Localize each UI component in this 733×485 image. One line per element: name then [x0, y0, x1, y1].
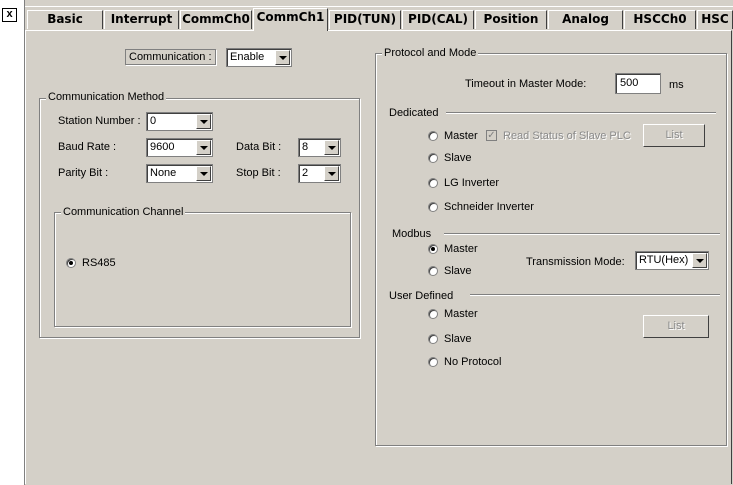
chevron-down-icon[interactable]	[196, 140, 211, 155]
baud-rate-value: 9600	[150, 141, 175, 153]
transmission-mode-select[interactable]: RTU(Hex)	[635, 251, 709, 270]
stop-bit-label: Stop Bit :	[236, 167, 281, 179]
tab-analog[interactable]: Analog	[548, 10, 623, 29]
close-icon[interactable]: x	[2, 8, 17, 22]
user-slave-radio[interactable]	[428, 334, 438, 344]
communication-method-title: Communication Method	[46, 91, 167, 103]
no-protocol-radio[interactable]	[428, 357, 438, 367]
modbus-title: Modbus	[392, 228, 432, 240]
top-strip	[25, 0, 733, 7]
data-bit-value: 8	[302, 141, 309, 153]
dedicated-master-radio[interactable]	[428, 131, 438, 141]
chevron-down-icon[interactable]	[324, 166, 339, 181]
read-status-checkbox[interactable]: ✓	[486, 130, 497, 141]
station-number-value: 0	[150, 115, 157, 127]
tab-hscch0[interactable]: HSCCh0	[624, 10, 696, 29]
tab-pid-cal[interactable]: PID(CAL)	[402, 10, 474, 29]
stop-bit-select[interactable]: 2	[298, 164, 341, 183]
protocol-mode-title: Protocol and Mode	[382, 47, 479, 59]
dedicated-title: Dedicated	[389, 107, 439, 119]
timeout-input[interactable]: 500	[615, 73, 661, 94]
stop-bit-value: 2	[302, 167, 309, 179]
data-bit-select[interactable]: 8	[298, 138, 341, 157]
chevron-down-icon[interactable]	[196, 114, 211, 129]
no-protocol-label: No Protocol	[444, 356, 502, 368]
modbus-master-label: Master	[444, 243, 478, 255]
rs485-radio[interactable]	[66, 258, 76, 268]
dedicated-slave-radio[interactable]	[428, 153, 438, 163]
rs485-label: RS485	[82, 257, 116, 269]
tab-position[interactable]: Position	[475, 10, 547, 29]
modbus-master-radio[interactable]	[428, 244, 438, 254]
user-defined-list-button[interactable]: List	[643, 315, 709, 338]
schneider-inverter-label: Schneider Inverter	[444, 201, 534, 213]
tab-commch1[interactable]: CommCh1	[253, 8, 328, 31]
transmission-mode-label: Transmission Mode:	[526, 256, 625, 268]
communication-label: Communication :	[125, 49, 216, 65]
lg-inverter-label: LG Inverter	[444, 177, 500, 189]
user-defined-title: User Defined	[389, 290, 454, 302]
timeout-label: Timeout in Master Mode:	[465, 78, 587, 90]
station-number-label: Station Number :	[58, 115, 141, 127]
user-defined-divider	[470, 294, 720, 296]
communication-channel-group	[54, 212, 351, 327]
modbus-slave-radio[interactable]	[428, 266, 438, 276]
lg-inverter-radio[interactable]	[428, 178, 438, 188]
user-master-radio[interactable]	[428, 309, 438, 319]
transmission-mode-value: RTU(Hex)	[639, 254, 689, 266]
tab-bar: Basic Interrupt CommCh0 CommCh1 PID(TUN)…	[25, 8, 733, 31]
schneider-inverter-radio[interactable]	[428, 202, 438, 212]
chevron-down-icon[interactable]	[324, 140, 339, 155]
station-number-select[interactable]: 0	[146, 112, 213, 131]
read-status-label: Read Status of Slave PLC	[503, 130, 631, 142]
chevron-down-icon[interactable]	[692, 253, 707, 268]
tab-basic[interactable]: Basic	[27, 10, 103, 29]
communication-channel-title: Communication Channel	[61, 206, 186, 218]
chevron-down-icon[interactable]	[275, 50, 290, 65]
dedicated-master-label: Master	[444, 130, 478, 142]
tab-hsc[interactable]: HSC	[697, 10, 733, 29]
dedicated-divider	[446, 112, 716, 114]
baud-rate-label: Baud Rate :	[58, 141, 117, 153]
left-gutter	[0, 0, 25, 485]
dedicated-slave-label: Slave	[444, 152, 472, 164]
parity-bit-select[interactable]: None	[146, 164, 213, 183]
user-slave-label: Slave	[444, 333, 472, 345]
communication-value: Enable	[230, 51, 265, 63]
dedicated-list-button[interactable]: List	[643, 124, 705, 147]
parity-bit-value: None	[150, 167, 177, 179]
user-master-label: Master	[444, 308, 478, 320]
timeout-unit: ms	[669, 79, 684, 91]
data-bit-label: Data Bit :	[236, 141, 282, 153]
modbus-divider	[444, 233, 720, 235]
tab-page: Communication : Enable Communication Met…	[25, 30, 732, 484]
tab-pid-tun[interactable]: PID(TUN)	[329, 10, 401, 29]
parity-bit-label: Parity Bit :	[58, 167, 109, 179]
baud-rate-select[interactable]: 9600	[146, 138, 213, 157]
tab-interrupt[interactable]: Interrupt	[104, 10, 179, 29]
modbus-slave-label: Slave	[444, 265, 472, 277]
chevron-down-icon[interactable]	[196, 166, 211, 181]
tab-commch0[interactable]: CommCh0	[180, 10, 252, 29]
communication-select[interactable]: Enable	[226, 48, 292, 67]
